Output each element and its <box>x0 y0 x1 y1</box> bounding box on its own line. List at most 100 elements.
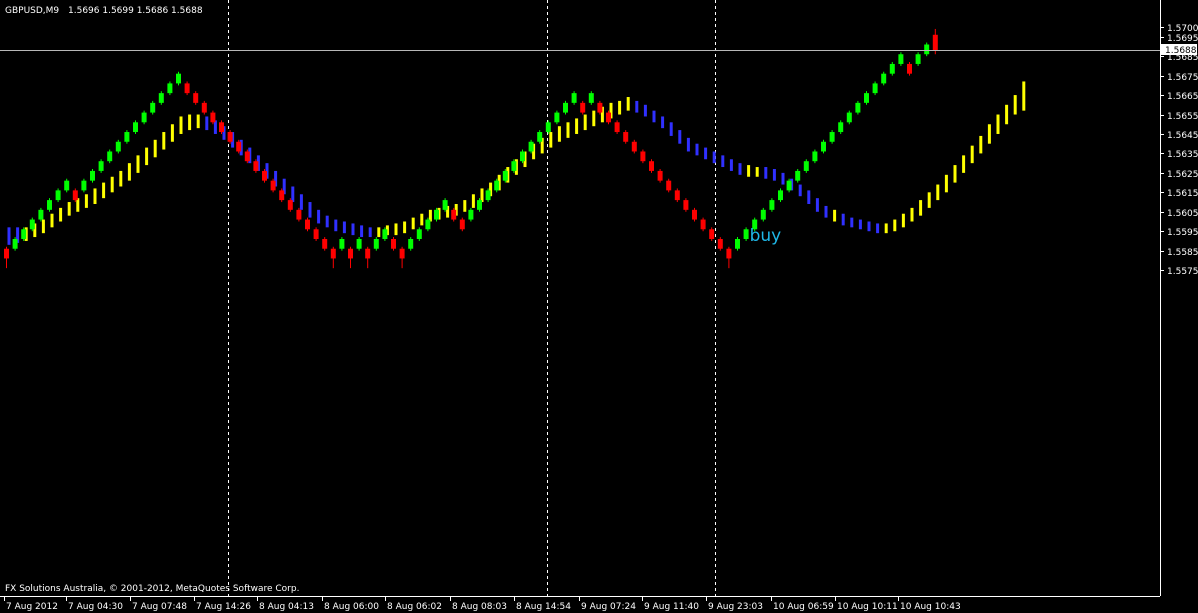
price-brick <box>760 209 766 220</box>
price-brick <box>236 141 242 152</box>
price-brick <box>365 248 371 259</box>
price-brick <box>872 83 878 94</box>
price-brick <box>201 102 207 113</box>
price-tick-label: 1.5655 <box>1167 112 1198 122</box>
price-brick <box>528 141 534 152</box>
renko-chart[interactable]: 1.56881.57001.56951.56851.56751.56651.56… <box>0 0 1198 613</box>
price-brick <box>451 209 457 220</box>
price-brick <box>425 219 431 230</box>
price-brick <box>115 141 121 152</box>
price-brick <box>98 161 104 171</box>
price-brick <box>932 34 938 51</box>
price-brick <box>244 151 250 162</box>
price-brick <box>356 239 362 249</box>
price-tick-label: 1.5695 <box>1167 34 1198 44</box>
time-tick-label: 10 Aug 10:43 <box>900 602 961 612</box>
price-brick <box>709 229 715 240</box>
price-brick <box>64 180 70 191</box>
price-brick <box>846 112 852 123</box>
price-brick <box>786 180 792 191</box>
price-brick <box>210 112 216 123</box>
price-brick <box>348 248 353 259</box>
copyright-notice: FX Solutions Australia, © 2001-2012, Met… <box>5 584 299 594</box>
price-tick-label: 1.5585 <box>1167 248 1198 258</box>
price-brick <box>468 209 474 220</box>
price-brick <box>459 219 465 230</box>
price-brick <box>399 248 405 259</box>
price-brick <box>382 229 388 240</box>
price-brick <box>735 239 740 249</box>
price-brick <box>700 219 706 230</box>
price-brick <box>408 239 414 249</box>
price-brick <box>227 132 233 142</box>
price-brick <box>494 180 500 191</box>
price-brick <box>270 180 276 191</box>
price-tick-label: 1.5685 <box>1167 53 1198 63</box>
price-tick-label: 1.5675 <box>1167 73 1198 83</box>
price-brick <box>769 200 775 210</box>
price-brick <box>477 200 482 210</box>
time-tick-label: 10 Aug 10:11 <box>837 602 898 612</box>
price-brick <box>72 190 78 201</box>
price-brick <box>167 83 173 94</box>
price-brick <box>907 63 912 74</box>
price-brick <box>305 219 310 230</box>
price-brick <box>133 122 138 133</box>
price-brick <box>511 161 517 171</box>
price-tick-label: 1.5615 <box>1167 189 1198 199</box>
price-brick <box>184 83 190 94</box>
price-brick <box>821 141 826 152</box>
time-tick-label: 9 Aug 07:24 <box>581 602 636 612</box>
price-brick <box>924 44 930 55</box>
price-brick <box>666 180 672 191</box>
price-brick <box>442 200 448 210</box>
price-tick-label: 1.5700 <box>1167 24 1198 34</box>
price-brick <box>29 219 35 230</box>
time-tick-label: 8 Aug 06:00 <box>324 602 379 612</box>
price-tick-label: 1.5645 <box>1167 131 1198 141</box>
price-brick <box>692 209 697 220</box>
time-tick-label: 8 Aug 14:54 <box>516 602 571 612</box>
price-brick <box>889 63 895 74</box>
price-brick <box>330 248 336 259</box>
time-tick-label: 8 Aug 08:03 <box>452 602 507 612</box>
price-brick <box>554 112 560 123</box>
price-brick <box>373 239 379 249</box>
price-brick <box>38 209 44 220</box>
price-brick <box>743 229 749 240</box>
price-tick-label: 1.5595 <box>1167 228 1198 238</box>
price-brick <box>485 190 491 201</box>
price-brick <box>339 239 345 249</box>
price-brick <box>674 190 680 201</box>
time-tick-label: 7 Aug 14:26 <box>196 602 251 612</box>
price-brick <box>90 170 95 181</box>
price-brick <box>915 54 921 64</box>
price-brick <box>580 102 586 113</box>
price-brick <box>55 190 61 201</box>
price-brick <box>296 209 302 220</box>
price-brick <box>4 248 9 259</box>
price-brick <box>855 102 861 113</box>
price-brick <box>683 200 689 210</box>
price-brick <box>795 170 801 181</box>
price-brick <box>838 122 844 133</box>
chart-background <box>0 0 1198 613</box>
price-brick <box>726 248 732 259</box>
price-brick <box>193 93 199 103</box>
price-brick <box>649 161 654 171</box>
price-tick-label: 1.5575 <box>1167 267 1198 277</box>
price-brick <box>898 54 904 64</box>
time-tick-label: 7 Aug 07:48 <box>132 602 187 612</box>
price-brick <box>21 229 27 240</box>
symbol-label: GBPUSD,M9 <box>5 6 59 16</box>
ohlc-values: 1.5696 1.5699 1.5686 1.5688 <box>68 6 203 16</box>
price-brick <box>623 132 629 142</box>
price-brick <box>141 112 147 123</box>
price-brick <box>864 93 869 103</box>
price-brick <box>81 180 87 191</box>
price-brick <box>640 151 646 162</box>
time-tick-label: 9 Aug 23:03 <box>708 602 763 612</box>
price-brick <box>657 170 663 181</box>
price-brick <box>545 122 551 133</box>
price-brick <box>107 151 113 162</box>
